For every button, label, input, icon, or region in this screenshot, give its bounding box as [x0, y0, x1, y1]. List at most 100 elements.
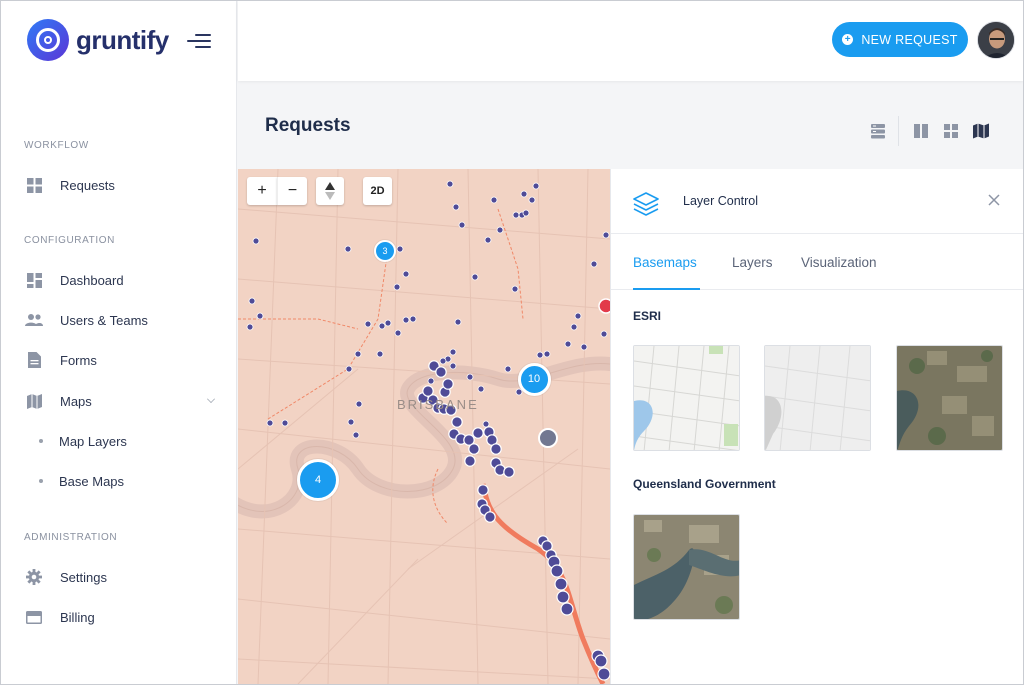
request-marker[interactable] [574, 312, 582, 320]
sidebar-item-requests[interactable]: Requests [25, 172, 215, 198]
request-marker[interactable] [504, 365, 512, 373]
request-marker[interactable] [484, 236, 492, 244]
request-marker[interactable] [490, 196, 498, 204]
list-view-icon[interactable] [870, 123, 886, 139]
request-marker[interactable] [449, 348, 457, 356]
sidebar-item-dashboard[interactable]: Dashboard [25, 267, 215, 293]
request-marker[interactable] [471, 273, 479, 281]
request-marker[interactable] [536, 351, 544, 359]
map-canvas[interactable]: BRISBANE + − 2D 3 10 4 [238, 169, 610, 684]
request-marker[interactable] [602, 231, 610, 239]
request-marker[interactable] [454, 318, 462, 326]
sidebar-subitem-map-layers[interactable]: Map Layers [39, 429, 127, 453]
request-marker[interactable] [477, 484, 489, 496]
request-marker[interactable] [458, 221, 466, 229]
compass-button[interactable] [316, 177, 344, 205]
request-marker[interactable] [409, 315, 417, 323]
request-marker[interactable] [347, 418, 355, 426]
request-marker[interactable] [466, 373, 474, 381]
request-marker[interactable] [439, 357, 447, 365]
request-marker[interactable] [364, 320, 372, 328]
basemap-thumbnail-aerial[interactable] [633, 514, 740, 620]
marker-cluster[interactable]: 10 [517, 362, 551, 396]
request-marker[interactable] [600, 330, 608, 338]
request-marker[interactable] [252, 237, 260, 245]
request-marker[interactable] [384, 319, 392, 327]
request-marker[interactable] [422, 385, 434, 397]
request-marker[interactable] [528, 196, 536, 204]
sidebar-item-forms[interactable]: Forms [25, 347, 215, 373]
request-marker[interactable] [503, 466, 515, 478]
request-marker[interactable] [376, 350, 384, 358]
request-marker[interactable] [446, 180, 454, 188]
sidebar-item-users-teams[interactable]: Users & Teams [25, 307, 215, 333]
request-marker[interactable] [556, 590, 570, 604]
request-marker[interactable] [512, 211, 520, 219]
request-marker[interactable] [355, 400, 363, 408]
request-marker[interactable] [442, 378, 454, 390]
marker-cluster[interactable]: 3 [374, 240, 396, 262]
map-view-icon[interactable] [973, 123, 989, 139]
basemap-thumbnail-streets[interactable] [633, 345, 740, 451]
logo[interactable]: gruntify [27, 19, 169, 61]
request-marker[interactable] [345, 365, 353, 373]
request-marker[interactable] [281, 419, 289, 427]
request-marker[interactable] [532, 182, 540, 190]
request-marker[interactable] [496, 226, 504, 234]
request-marker[interactable] [344, 245, 352, 253]
request-marker[interactable] [468, 443, 480, 455]
request-marker[interactable] [484, 511, 496, 523]
request-marker[interactable] [427, 377, 435, 385]
request-marker[interactable] [564, 340, 572, 348]
close-icon[interactable] [987, 193, 1001, 207]
sidebar-subitem-base-maps[interactable]: Base Maps [39, 469, 124, 493]
request-marker[interactable] [248, 297, 256, 305]
request-marker[interactable] [352, 431, 360, 439]
zoom-in-button[interactable]: + [247, 177, 277, 205]
request-marker[interactable] [451, 416, 463, 428]
request-marker[interactable] [490, 443, 502, 455]
tab-basemaps[interactable]: Basemaps [633, 255, 697, 270]
request-marker[interactable] [472, 427, 484, 439]
request-marker[interactable] [354, 350, 362, 358]
request-marker[interactable] [402, 316, 410, 324]
request-marker-alert[interactable] [598, 298, 610, 314]
request-marker[interactable] [449, 362, 457, 370]
request-marker-selected[interactable] [538, 428, 558, 448]
sidebar-item-billing[interactable]: Billing [25, 604, 215, 630]
menu-toggle-icon[interactable] [187, 33, 211, 49]
request-marker[interactable] [435, 366, 447, 378]
request-marker[interactable] [452, 203, 460, 211]
request-marker[interactable] [560, 602, 574, 616]
request-marker[interactable] [543, 350, 551, 358]
split-view-icon[interactable] [913, 123, 929, 139]
request-marker[interactable] [550, 564, 564, 578]
request-marker[interactable] [464, 455, 476, 467]
sidebar-item-settings[interactable]: Settings [25, 564, 215, 590]
request-marker[interactable] [580, 343, 588, 351]
request-marker[interactable] [256, 312, 264, 320]
request-marker[interactable] [522, 209, 530, 217]
request-marker[interactable] [482, 420, 490, 428]
request-marker[interactable] [477, 385, 485, 393]
chevron-down-icon[interactable] [207, 395, 215, 403]
request-marker[interactable] [594, 654, 608, 668]
request-marker[interactable] [590, 260, 598, 268]
request-marker[interactable] [520, 190, 528, 198]
basemap-thumbnail-light-gray[interactable] [764, 345, 871, 451]
request-marker[interactable] [266, 419, 274, 427]
request-marker[interactable] [246, 323, 254, 331]
zoom-out-button[interactable]: − [277, 177, 307, 205]
request-marker[interactable] [393, 283, 401, 291]
request-marker[interactable] [402, 270, 410, 278]
request-marker[interactable] [396, 245, 404, 253]
request-marker[interactable] [394, 329, 402, 337]
sidebar-item-maps[interactable]: Maps [25, 388, 215, 414]
tab-layers[interactable]: Layers [732, 255, 773, 270]
request-marker[interactable] [554, 577, 568, 591]
view-mode-2d-button[interactable]: 2D [363, 177, 392, 205]
basemap-thumbnail-imagery[interactable] [896, 345, 1003, 451]
marker-cluster[interactable]: 4 [297, 459, 339, 501]
request-marker[interactable] [378, 322, 386, 330]
grid-view-icon[interactable] [943, 123, 959, 139]
